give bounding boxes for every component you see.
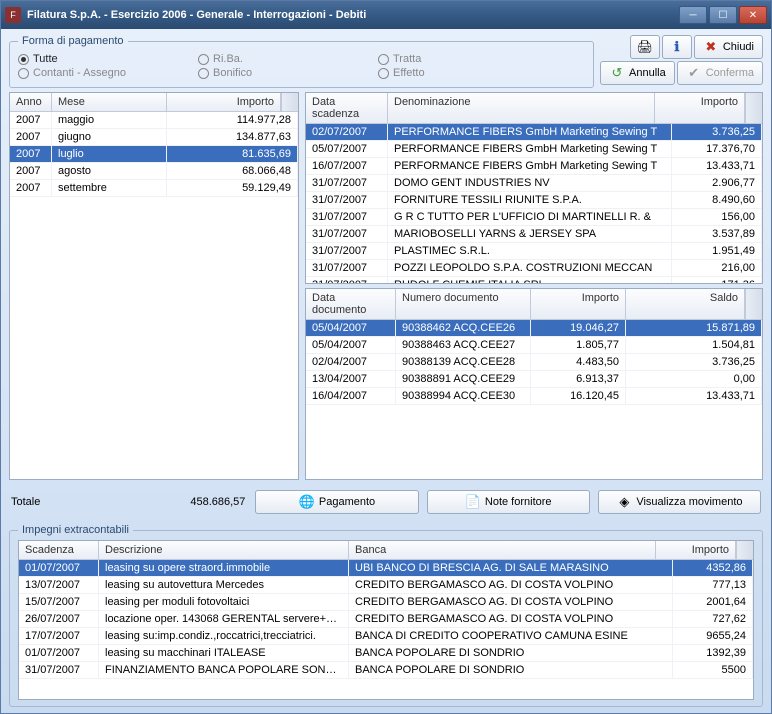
radio-dot-icon <box>378 54 389 65</box>
table-row[interactable]: 2007luglio81.635,69 <box>10 146 298 163</box>
col-data-doc[interactable]: Data documento <box>306 289 396 319</box>
table-row[interactable]: 31/07/2007POZZI LEOPOLDO S.P.A. COSTRUZI… <box>306 260 762 277</box>
note-icon: 📄 <box>465 494 481 510</box>
table-row[interactable]: 2007agosto68.066,48 <box>10 163 298 180</box>
extra-legend: Impegni extracontabili <box>18 524 133 536</box>
radio-dot-icon <box>198 54 209 65</box>
table-row[interactable]: 02/04/200790388139 ACQ.CEE284.483,503.73… <box>306 354 762 371</box>
table-row[interactable]: 16/04/200790388994 ACQ.CEE3016.120,4513.… <box>306 388 762 405</box>
col-scadenza[interactable]: Scadenza <box>19 541 99 559</box>
toolbar: 🖨 ℹ ✖Chiudi ↺Annulla ✔Conferma <box>600 35 763 85</box>
radio-effetto[interactable]: Effetto <box>378 67 548 79</box>
info-button[interactable]: ℹ <box>662 35 692 59</box>
check-icon: ✔ <box>686 65 702 81</box>
table-row[interactable]: 2007maggio114.977,28 <box>10 112 298 129</box>
radio-dot-icon <box>18 54 29 65</box>
monthly-grid[interactable]: Anno Mese Importo 2007maggio114.977,2820… <box>9 92 299 480</box>
minimize-button[interactable]: ─ <box>679 6 707 24</box>
table-row[interactable]: 26/07/2007locazione oper. 143068 GERENTA… <box>19 611 753 628</box>
col-mese[interactable]: Mese <box>52 93 167 111</box>
conferma-button[interactable]: ✔Conferma <box>677 61 763 85</box>
table-row[interactable]: 31/07/2007DOMO GENT INDUSTRIES NV2.906,7… <box>306 175 762 192</box>
view-icon: ◈ <box>616 494 632 510</box>
radio-tratta[interactable]: Tratta <box>378 53 548 65</box>
radio-ri-ba-[interactable]: Ri.Ba. <box>198 53 368 65</box>
note-fornitore-button[interactable]: 📄Note fornitore <box>427 490 590 514</box>
scrollbar[interactable] <box>736 541 753 559</box>
col-saldo[interactable]: Saldo <box>626 289 745 319</box>
col-importo-doc[interactable]: Importo <box>531 289 626 319</box>
radio-contanti-assegno[interactable]: Contanti - Assegno <box>18 67 188 79</box>
table-row[interactable]: 05/04/200790388462 ACQ.CEE2619.046,2715.… <box>306 320 762 337</box>
table-row[interactable]: 05/07/2007PERFORMANCE FIBERS GmbH Market… <box>306 141 762 158</box>
scrollbar[interactable] <box>745 289 762 319</box>
col-importo-extra[interactable]: Importo <box>656 541 736 559</box>
scadenze-grid[interactable]: Data scadenza Denominazione Importo 02/0… <box>305 92 763 284</box>
documenti-grid[interactable]: Data documento Numero documento Importo … <box>305 288 763 480</box>
table-row[interactable]: 13/04/200790388891 ACQ.CEE296.913,370,00 <box>306 371 762 388</box>
print-icon: 🖨 <box>637 39 653 55</box>
table-row[interactable]: 31/07/2007FINANZIAMENTO BANCA POPOLARE S… <box>19 662 753 679</box>
window-title: Filatura S.p.A. - Esercizio 2006 - Gener… <box>27 9 679 21</box>
chiudi-button[interactable]: ✖Chiudi <box>694 35 763 59</box>
table-row[interactable]: 13/07/2007leasing su autovettura Mercede… <box>19 577 753 594</box>
col-denominazione[interactable]: Denominazione <box>388 93 655 123</box>
table-row[interactable]: 01/07/2007leasing su macchinari ITALEASE… <box>19 645 753 662</box>
annulla-button[interactable]: ↺Annulla <box>600 61 675 85</box>
col-importo-scad[interactable]: Importo <box>655 93 745 123</box>
col-banca[interactable]: Banca <box>349 541 656 559</box>
extra-group: Impegni extracontabili Scadenza Descrizi… <box>9 524 763 707</box>
undo-icon: ↺ <box>609 65 625 81</box>
table-row[interactable]: 2007settembre59.129,49 <box>10 180 298 197</box>
table-row[interactable]: 31/07/2007G R C TUTTO PER L'UFFICIO DI M… <box>306 209 762 226</box>
pagamento-button[interactable]: 🌐Pagamento <box>255 490 418 514</box>
table-row[interactable]: 02/07/2007PERFORMANCE FIBERS GmbH Market… <box>306 124 762 141</box>
table-row[interactable]: 16/07/2007PERFORMANCE FIBERS GmbH Market… <box>306 158 762 175</box>
radio-dot-icon <box>18 68 29 79</box>
col-descrizione[interactable]: Descrizione <box>99 541 349 559</box>
table-row[interactable]: 31/07/2007FORNITURE TESSILI RIUNITE S.P.… <box>306 192 762 209</box>
col-importo[interactable]: Importo <box>167 93 281 111</box>
col-anno[interactable]: Anno <box>10 93 52 111</box>
print-button[interactable]: 🖨 <box>630 35 660 59</box>
table-row[interactable]: 05/04/200790388463 ACQ.CEE271.805,771.50… <box>306 337 762 354</box>
app-icon: F <box>5 7 21 23</box>
total-label: Totale <box>11 496 40 508</box>
col-num-doc[interactable]: Numero documento <box>396 289 531 319</box>
scrollbar[interactable] <box>281 93 298 111</box>
info-icon: ℹ <box>669 39 685 55</box>
window-close-button[interactable]: ✕ <box>739 6 767 24</box>
table-row[interactable]: 01/07/2007leasing su opere straord.immob… <box>19 560 753 577</box>
table-row[interactable]: 17/07/2007leasing su:imp.condiz.,roccatr… <box>19 628 753 645</box>
globe-icon: 🌐 <box>299 494 315 510</box>
radio-tutte[interactable]: Tutte <box>18 53 188 65</box>
radio-bonifico[interactable]: Bonifico <box>198 67 368 79</box>
col-data-scadenza[interactable]: Data scadenza <box>306 93 388 123</box>
extra-grid[interactable]: Scadenza Descrizione Banca Importo 01/07… <box>18 540 754 700</box>
radio-dot-icon <box>378 68 389 79</box>
table-row[interactable]: 15/07/2007leasing per moduli fotovoltaic… <box>19 594 753 611</box>
maximize-button[interactable]: ☐ <box>709 6 737 24</box>
table-row[interactable]: 31/07/2007RUDOLF CHEMIE ITALIA SRL171,36 <box>306 277 762 283</box>
close-icon: ✖ <box>703 39 719 55</box>
total-value: 458.686,57 <box>190 496 245 508</box>
payment-form-legend: Forma di pagamento <box>18 35 128 47</box>
titlebar[interactable]: F Filatura S.p.A. - Esercizio 2006 - Gen… <box>1 1 771 29</box>
visualizza-movimento-button[interactable]: ◈Visualizza movimento <box>598 490 761 514</box>
table-row[interactable]: 2007giugno134.877,63 <box>10 129 298 146</box>
app-window: F Filatura S.p.A. - Esercizio 2006 - Gen… <box>0 0 772 714</box>
table-row[interactable]: 31/07/2007PLASTIMEC S.R.L.1.951,49 <box>306 243 762 260</box>
radio-dot-icon <box>198 68 209 79</box>
payment-form-group: Forma di pagamento Tutte Ri.Ba. Tratta Cont… <box>9 35 594 88</box>
table-row[interactable]: 31/07/2007MARIOBOSELLI YARNS & JERSEY SP… <box>306 226 762 243</box>
scrollbar[interactable] <box>745 93 762 123</box>
